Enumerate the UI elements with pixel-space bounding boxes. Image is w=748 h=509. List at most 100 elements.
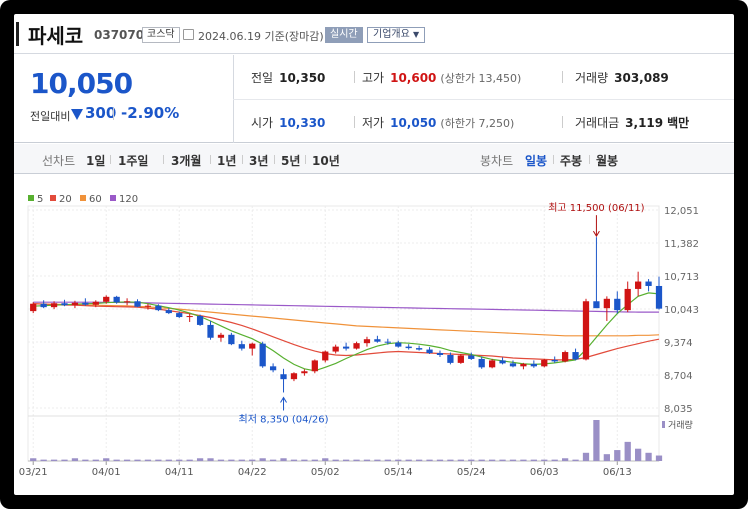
candle-body — [478, 358, 485, 368]
candle-body — [551, 359, 558, 362]
period-3m[interactable]: 3개월 — [171, 152, 201, 169]
candle-body — [301, 371, 308, 374]
volume-bar — [405, 459, 412, 461]
candle-body — [165, 310, 172, 314]
stock-panel: 파세코 037070 코스닥 2024.06.19 기준(장마감) 실시간 기업… — [14, 14, 734, 495]
volume-bar — [457, 459, 464, 461]
candle-body — [342, 346, 350, 349]
line-chart-label: 선차트 — [42, 154, 76, 168]
candle-weekly[interactable]: 주봉 — [560, 152, 582, 169]
y-tick-label: 11,382 — [664, 239, 699, 250]
company-overview-dropdown[interactable]: 기업개요 ▼ — [367, 27, 426, 43]
volume-bar — [624, 441, 631, 461]
volume-bar — [82, 459, 89, 461]
period-1d[interactable]: 1일 — [86, 152, 105, 169]
volume-bar — [447, 459, 454, 461]
low-label: 저가 — [362, 116, 385, 130]
volume-bar — [290, 459, 298, 461]
open-price: 시가 10,330 — [251, 114, 325, 131]
candle-body — [71, 302, 79, 306]
volume-bar — [395, 459, 402, 461]
y-tick-label: 9,374 — [664, 338, 693, 349]
candle-body — [82, 302, 89, 305]
volume-bar — [144, 459, 152, 461]
volume-value: 303,089 — [614, 71, 669, 85]
candle-body — [395, 342, 402, 347]
candle-body — [290, 373, 298, 380]
candle-body — [92, 301, 99, 305]
candle-daily[interactable]: 일봉 — [525, 152, 547, 169]
volume-bar — [322, 458, 329, 461]
x-tick-label: 05/24 — [457, 467, 486, 478]
change-label: 전일대비 — [30, 110, 71, 123]
candle-body — [123, 301, 131, 303]
volume-bar — [134, 459, 141, 461]
period-1y[interactable]: 1년 — [217, 152, 236, 169]
period-1w[interactable]: 1주일 — [118, 152, 148, 169]
candle-body — [655, 285, 663, 309]
stock-code: 037070 — [94, 28, 145, 42]
volume-bar — [488, 459, 496, 461]
quote-date-value: 2024.06.19 — [198, 30, 261, 43]
candlestick-chart: 12,051 11,382 10,713 10,043 9,374 8,704 8,035 0… — [19, 202, 699, 478]
volume-legend-swatch — [662, 421, 665, 428]
high-annotation-label: 최고 11,500 (06/11) — [548, 202, 644, 214]
realtime-button[interactable]: 실시간 — [325, 27, 363, 43]
volume-bar — [363, 459, 371, 461]
candle-monthly[interactable]: 월봉 — [596, 152, 618, 169]
candle-body — [436, 353, 444, 355]
candle-body — [509, 363, 517, 367]
y-tick-label: 10,713 — [664, 272, 699, 283]
volume-bar — [530, 459, 537, 461]
x-tick-label: 04/22 — [238, 467, 267, 478]
change-rate: -2.90% — [121, 104, 180, 122]
header-accent-bar — [16, 22, 19, 46]
candle-body — [415, 348, 423, 350]
quote-date: 2024.06.19 기준(장마감) — [198, 28, 324, 44]
amount-label: 거래대금 — [575, 116, 620, 130]
candle-body — [322, 351, 329, 361]
volume-bar — [603, 454, 610, 461]
period-10y[interactable]: 10년 — [312, 152, 340, 169]
candle-body — [61, 303, 68, 306]
price-summary: 10,050 전일대비 300 -2.90% 전일 10,350 고가 10,600… — [14, 55, 734, 143]
x-tick-label: 04/11 — [165, 467, 194, 478]
period-3y[interactable]: 3년 — [249, 152, 268, 169]
divider — [354, 71, 355, 83]
volume-label: 거래량 — [575, 71, 609, 85]
volume-bar — [155, 459, 162, 461]
volume-legend-label: 거래량 — [668, 419, 693, 431]
candle-body — [249, 343, 256, 349]
candle-body — [207, 324, 214, 338]
volume-bar — [436, 459, 444, 461]
volume-bar — [655, 455, 663, 461]
candle-body — [228, 334, 235, 345]
volume-bar — [165, 459, 172, 461]
candle-chart-label: 봉차트 — [480, 154, 514, 168]
period-5y[interactable]: 5년 — [281, 152, 300, 169]
volume-bar — [478, 459, 485, 461]
candle-body — [269, 366, 277, 371]
low-value: 10,050 — [390, 116, 437, 130]
volume-bar — [541, 459, 548, 461]
volume-bar — [374, 459, 381, 461]
change-value: 300 — [85, 104, 117, 122]
volume: 거래량 303,089 — [575, 69, 669, 86]
volume-bar — [614, 450, 621, 461]
volume-bar — [186, 459, 193, 461]
candle-body — [186, 316, 193, 318]
x-tick-label: 06/13 — [603, 467, 632, 478]
volume-bar — [353, 459, 360, 461]
candle-body — [405, 346, 412, 349]
volume-bar — [332, 459, 339, 461]
candle-body — [582, 301, 590, 360]
volume-bar — [582, 452, 590, 461]
candle-body — [447, 354, 454, 363]
y-tick-label: 8,035 — [664, 404, 693, 415]
upper-limit: (상한가 13,450) — [440, 72, 522, 85]
divider — [163, 155, 164, 164]
candle-body — [603, 298, 610, 309]
prev-close-label: 전일 — [251, 71, 274, 85]
volume-bar — [217, 459, 225, 461]
volume-bar — [238, 459, 245, 461]
